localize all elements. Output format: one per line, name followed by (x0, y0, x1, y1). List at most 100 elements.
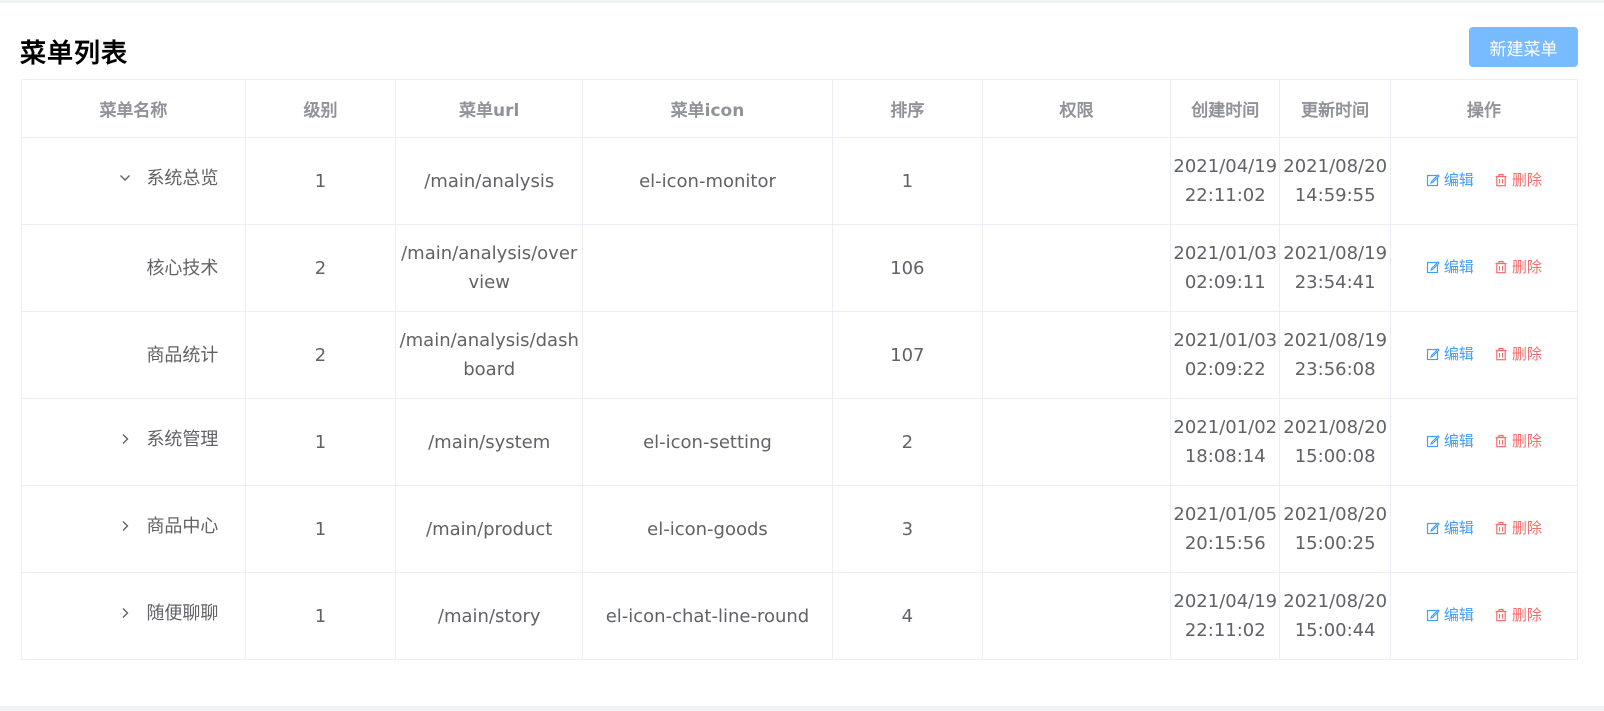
icon-cell: el-icon-setting (582, 398, 833, 486)
delete-button[interactable]: 删除 (1494, 601, 1542, 630)
menu-level: 1 (314, 605, 327, 627)
column-header-permission: 权限 (981, 79, 1172, 138)
delete-label: 删除 (1511, 431, 1542, 450)
menu-sort: 4 (901, 605, 914, 627)
table-row: 随便聊聊 1 /main/story el-icon-chat-line-rou… (21, 572, 1579, 660)
name-cell: 系统总览 (21, 137, 246, 225)
updated-time: 23:54:41 (1294, 272, 1376, 293)
edit-icon (1426, 435, 1440, 448)
menu-level: 2 (314, 344, 327, 366)
new-menu-button[interactable]: 新建菜单 (1469, 27, 1578, 67)
delete-button[interactable]: 删除 (1494, 340, 1542, 369)
delete-label: 删除 (1511, 344, 1542, 363)
created-cell: 2021/01/03 02:09:22 (1170, 311, 1281, 399)
menu-url: /main/product (426, 518, 553, 540)
menu-name: 系统总览 (146, 167, 219, 189)
updated-date: 2021/08/20 (1283, 156, 1388, 177)
menu-url: /main/story (437, 605, 541, 627)
name-cell: 随便聊聊 (21, 572, 246, 660)
menu-sort: 1 (901, 170, 914, 192)
table-header: 菜单名称 级别 菜单url 菜单icon 排序 权限 创建时间 更新时间 操作 (21, 79, 1579, 138)
trash-icon (1495, 609, 1507, 622)
url-cell: /main/story (395, 572, 584, 660)
edit-button[interactable]: 编辑 (1426, 253, 1474, 282)
updated-cell: 2021/08/19 23:54:41 (1279, 224, 1391, 312)
level-cell: 2 (244, 224, 397, 312)
edit-label: 编辑 (1443, 605, 1474, 624)
sort-cell: 1 (831, 137, 983, 225)
menu-level: 1 (314, 170, 327, 192)
chevron-right-icon[interactable] (114, 602, 136, 624)
created-cell: 2021/04/19 22:11:02 (1170, 572, 1281, 660)
permission-cell (981, 485, 1172, 573)
delete-button[interactable]: 删除 (1494, 166, 1542, 195)
created-date: 2021/01/03 (1173, 330, 1278, 351)
updated-cell: 2021/08/20 15:00:44 (1279, 572, 1391, 660)
menu-url: /main/analysis/dashboard (399, 330, 579, 380)
name-cell: 系统管理 (21, 398, 246, 486)
menu-level: 1 (314, 518, 327, 540)
chevron-right-icon[interactable] (114, 515, 136, 537)
created-cell: 2021/04/19 22:11:02 (1170, 137, 1281, 225)
sort-cell: 4 (831, 572, 983, 660)
sort-cell: 3 (831, 485, 983, 573)
edit-button[interactable]: 编辑 (1426, 427, 1474, 456)
table-row: 系统总览 1 /main/analysis el-icon-monitor 1 … (21, 137, 1579, 225)
updated-date: 2021/08/20 (1283, 504, 1388, 525)
chevron-right-icon[interactable] (114, 428, 136, 450)
menu-icon-name: el-icon-chat-line-round (605, 605, 810, 627)
sort-cell: 107 (831, 311, 983, 399)
trash-icon (1495, 261, 1507, 274)
menu-url: /main/system (428, 431, 551, 453)
delete-button[interactable]: 删除 (1494, 514, 1542, 543)
created-date: 2021/04/19 (1173, 591, 1278, 612)
sort-cell: 2 (831, 398, 983, 486)
created-date: 2021/01/03 (1173, 243, 1278, 264)
edit-button[interactable]: 编辑 (1426, 514, 1474, 543)
menu-name: 随便聊聊 (146, 602, 219, 624)
name-cell: 商品统计 (21, 311, 246, 399)
menu-sort: 2 (901, 431, 914, 453)
edit-icon (1426, 522, 1440, 535)
actions-cell: 编辑 删除 (1389, 572, 1579, 660)
created-time: 22:11:02 (1184, 620, 1266, 641)
column-header-actions: 操作 (1389, 79, 1579, 138)
chevron-down-icon[interactable] (114, 167, 136, 189)
edit-label: 编辑 (1443, 518, 1474, 537)
edit-button[interactable]: 编辑 (1426, 166, 1474, 195)
url-cell: /main/product (395, 485, 584, 573)
url-cell: /main/system (395, 398, 584, 486)
permission-cell (981, 398, 1172, 486)
actions-cell: 编辑 删除 (1389, 311, 1579, 399)
delete-button[interactable]: 删除 (1494, 253, 1542, 282)
level-cell: 1 (244, 137, 397, 225)
edit-button[interactable]: 编辑 (1426, 340, 1474, 369)
updated-cell: 2021/08/20 14:59:55 (1279, 137, 1391, 225)
level-cell: 1 (244, 572, 397, 660)
permission-cell (981, 224, 1172, 312)
updated-time: 14:59:55 (1294, 185, 1376, 206)
updated-time: 15:00:08 (1294, 446, 1376, 467)
trash-icon (1495, 174, 1507, 187)
permission-cell (981, 311, 1172, 399)
delete-label: 删除 (1511, 605, 1542, 624)
icon-cell: el-icon-monitor (582, 137, 833, 225)
updated-date: 2021/08/20 (1283, 591, 1388, 612)
delete-label: 删除 (1511, 257, 1542, 276)
menu-sort: 106 (890, 257, 925, 279)
updated-date: 2021/08/19 (1283, 330, 1388, 351)
delete-button[interactable]: 删除 (1494, 427, 1542, 456)
column-header-created: 创建时间 (1170, 79, 1281, 138)
table-body: 系统总览 1 /main/analysis el-icon-monitor 1 … (21, 137, 1579, 660)
edit-button[interactable]: 编辑 (1426, 601, 1474, 630)
column-header-sort: 排序 (831, 79, 983, 138)
menu-name: 商品统计 (146, 344, 219, 366)
menu-sort: 3 (901, 518, 914, 540)
actions-cell: 编辑 删除 (1389, 224, 1579, 312)
table-row: 商品统计 2 /main/analysis/dashboard 107 2021… (21, 311, 1579, 399)
delete-label: 删除 (1511, 518, 1542, 537)
level-cell: 1 (244, 398, 397, 486)
menu-name: 商品中心 (146, 515, 219, 537)
created-cell: 2021/01/03 02:09:11 (1170, 224, 1281, 312)
menu-icon-name: el-icon-setting (643, 431, 772, 453)
